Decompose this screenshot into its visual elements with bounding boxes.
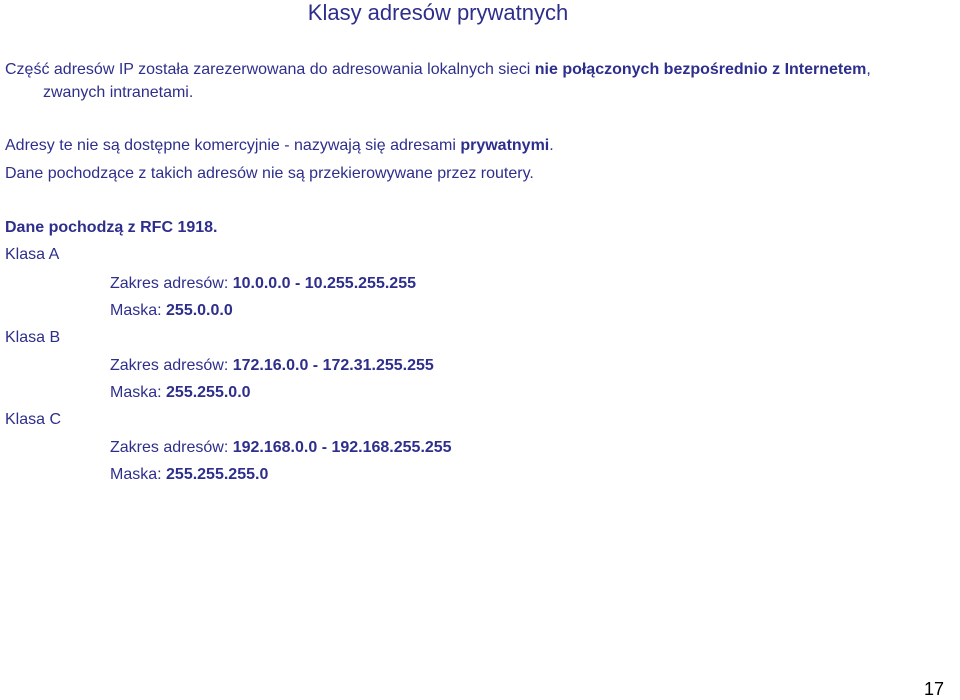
page-number: 17 — [923, 679, 944, 699]
class-b-range-value: 172.16.0.0 - 172.31.255.255 — [232, 357, 434, 374]
intro-paragraph: Część adresów IP została zarezerwowana d… — [5, 58, 871, 81]
private-note-text: Adresy te nie są dostępne komercyjnie - … — [5, 137, 461, 154]
page-title: Klasy adresów prywatnych — [307, 0, 569, 25]
class-c-range: Zakres adresów: 192.168.0.0 - 192.168.25… — [110, 436, 452, 459]
class-a-range: Zakres adresów: 10.0.0.0 - 10.255.255.25… — [110, 272, 416, 295]
class-c-mask: Maska: 255.255.255.0 — [110, 463, 268, 486]
class-a-mask-value: 255.0.0.0 — [166, 302, 233, 319]
intro-comma: , — [866, 61, 871, 78]
class-b-mask-value: 255.255.0.0 — [166, 384, 251, 401]
class-b-mask: Maska: 255.255.0.0 — [110, 381, 251, 404]
class-c-mask-value: 255.255.255.0 — [166, 466, 269, 483]
intro-text: Część adresów IP została zarezerwowana d… — [5, 61, 535, 78]
private-note-bold: prywatnymi — [460, 137, 550, 154]
class-b-range-label: Zakres adresów: — [110, 357, 233, 374]
rfc-note: Dane pochodzą z RFC 1918. — [5, 219, 218, 236]
private-note: Adresy te nie są dostępne komercyjnie - … — [5, 134, 554, 157]
class-a-range-value: 10.0.0.0 - 10.255.255.255 — [232, 275, 416, 292]
class-a-label: Klasa A — [5, 246, 60, 263]
class-c-range-value: 192.168.0.0 - 192.168.255.255 — [232, 439, 452, 456]
class-c-range-label: Zakres adresów: — [110, 439, 233, 456]
class-b-label: Klasa B — [5, 329, 61, 346]
class-a-mask-label: Maska: — [110, 302, 167, 319]
class-a-range-label: Zakres adresów: — [110, 275, 233, 292]
private-note-period: . — [549, 137, 554, 154]
class-b-mask-label: Maska: — [110, 384, 167, 401]
class-c-label: Klasa C — [5, 411, 62, 428]
routers-note: Dane pochodzące z takich adresów nie są … — [5, 165, 534, 182]
class-c-mask-label: Maska: — [110, 466, 167, 483]
intro-paragraph-line2: zwanych intranetami. — [43, 84, 194, 101]
class-a-mask: Maska: 255.0.0.0 — [110, 299, 233, 322]
intro-bold-text: nie połączonych bezpośrednio z Internete… — [534, 61, 867, 78]
class-b-range: Zakres adresów: 172.16.0.0 - 172.31.255.… — [110, 354, 434, 377]
